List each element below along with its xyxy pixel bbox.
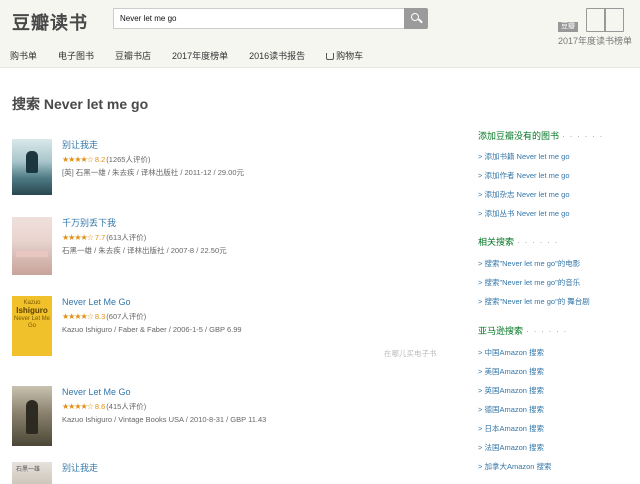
star-rating-icon: ★★★★☆ bbox=[62, 233, 94, 242]
add-author-link[interactable]: > 添加作者 Never let me go bbox=[478, 171, 570, 181]
search-input[interactable]: Never let me go bbox=[113, 8, 405, 29]
page-title: 搜索 Never let me go bbox=[12, 96, 149, 112]
nav-2017-ranking[interactable]: 2017年度榜单 bbox=[172, 49, 228, 62]
amazon-search-title: 亚马逊搜索 · · · · · · bbox=[478, 326, 568, 336]
amazon-uk-link[interactable]: > 英国Amazon 搜索 bbox=[478, 386, 544, 396]
amazon-fr-link[interactable]: > 法国Amazon 搜索 bbox=[478, 443, 544, 453]
site-header: 豆瓣读书 Never let me go 购书单 电子图书 豆瓣书店 2017年… bbox=[0, 0, 640, 68]
related-movie-link[interactable]: > 搜索"Never let me go"的电影 bbox=[478, 259, 580, 269]
cart-icon bbox=[326, 53, 335, 60]
badge-label: 2017年度读书榜单 bbox=[558, 36, 633, 46]
book-title-link[interactable]: 别让我走 bbox=[62, 139, 462, 151]
book-cover[interactable] bbox=[12, 217, 52, 275]
rating: ★★★★☆ 8.6(415人评价) bbox=[62, 402, 147, 411]
book-title-link[interactable]: Never Let Me Go bbox=[62, 386, 462, 398]
pub-info: Kazuo Ishiguro / Faber & Faber / 2006-1-… bbox=[62, 325, 242, 334]
star-rating-icon: ★★★★☆ bbox=[62, 402, 94, 411]
book-cover[interactable]: 石黑一雄 bbox=[12, 462, 52, 484]
annual-ranking-badge[interactable]: 豆瓣 2017年度读书榜单 bbox=[556, 8, 636, 46]
amazon-ca-link[interactable]: > 加拿大Amazon 搜索 bbox=[478, 462, 552, 472]
add-book-link[interactable]: > 添加书籍 Never let me go bbox=[478, 152, 570, 162]
amazon-cn-link[interactable]: > 中国Amazon 搜索 bbox=[478, 348, 544, 358]
nav-booklist[interactable]: 购书单 bbox=[10, 49, 37, 62]
amazon-us-link[interactable]: > 美国Amazon 搜索 bbox=[478, 367, 544, 377]
search-button[interactable] bbox=[404, 8, 428, 29]
main-nav: 购书单 电子图书 豆瓣书店 2017年度榜单 2016读书报告 购物车 bbox=[10, 49, 384, 62]
book-cover[interactable]: Kazuo Ishiguro Never Let Me Go bbox=[12, 296, 52, 356]
add-magazine-link[interactable]: > 添加杂志 Never let me go bbox=[478, 190, 570, 200]
book-title-link[interactable]: Never Let Me Go bbox=[62, 296, 462, 308]
pub-info: Kazuo Ishiguro / Vintage Books USA / 201… bbox=[62, 415, 267, 424]
add-book-section-title: 添加豆瓣没有的图书 · · · · · · bbox=[478, 131, 604, 141]
douban-book-logo[interactable]: 豆瓣读书 bbox=[12, 9, 88, 35]
related-music-link[interactable]: > 搜索"Never let me go"的音乐 bbox=[478, 278, 580, 288]
pub-info: 石黑一雄 / 朱去疾 / 译林出版社 / 2007-8 / 22.50元 bbox=[62, 246, 227, 255]
related-search-title: 相关搜索 · · · · · · bbox=[478, 237, 559, 247]
book-cover[interactable] bbox=[12, 139, 52, 195]
rating: ★★★★☆ 8.3(607人评价) bbox=[62, 312, 147, 321]
rating: ★★★★☆ 8.2(1265人评价) bbox=[62, 155, 151, 164]
nav-bookstore[interactable]: 豆瓣书店 bbox=[115, 49, 151, 62]
book-title-link[interactable]: 别让我走 bbox=[62, 462, 462, 474]
book-title-link[interactable]: 千万别丢下我 bbox=[62, 217, 462, 229]
star-rating-icon: ★★★★☆ bbox=[62, 155, 94, 164]
open-book-icon bbox=[586, 8, 624, 32]
add-series-link[interactable]: > 添加丛书 Never let me go bbox=[478, 209, 570, 219]
amazon-jp-link[interactable]: > 日本Amazon 搜索 bbox=[478, 424, 544, 434]
related-drama-link[interactable]: > 搜索"Never let me go"的 舞台剧 bbox=[478, 297, 590, 307]
badge-tag: 豆瓣 bbox=[558, 22, 578, 32]
rating: ★★★★☆ 7.7(613人评价) bbox=[62, 233, 147, 242]
ebook-buy-link[interactable]: 在哪儿买电子书 bbox=[384, 348, 437, 359]
star-rating-icon: ★★★★☆ bbox=[62, 312, 94, 321]
amazon-de-link[interactable]: > 德国Amazon 搜索 bbox=[478, 405, 544, 415]
book-cover[interactable] bbox=[12, 386, 52, 446]
nav-2016-report[interactable]: 2016读书报告 bbox=[249, 49, 305, 62]
nav-cart[interactable]: 购物车 bbox=[326, 49, 363, 62]
pub-info: [英] 石黑一雄 / 朱去疾 / 译林出版社 / 2011-12 / 29.00… bbox=[62, 168, 244, 177]
nav-ebooks[interactable]: 电子图书 bbox=[58, 49, 94, 62]
